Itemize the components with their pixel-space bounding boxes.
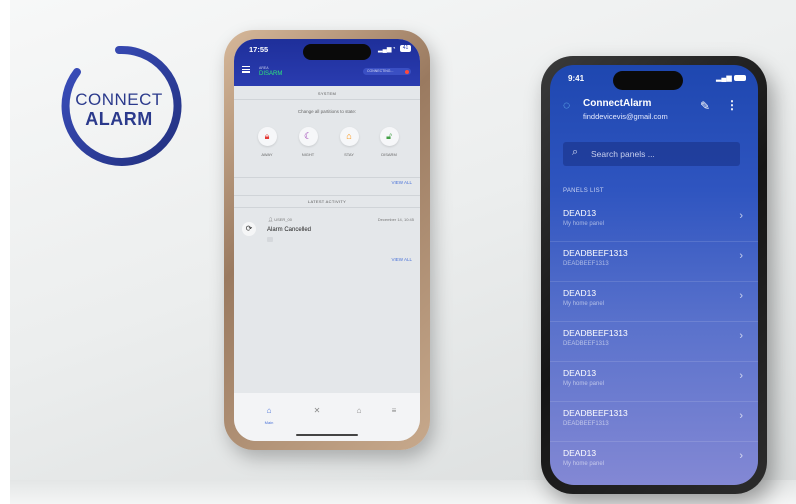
panel-row[interactable]: DEAD13 My home panel › xyxy=(550,361,758,402)
activity-date: December 14, 10:45 xyxy=(377,217,414,222)
disarm-label: DISARM xyxy=(381,152,397,157)
hamburger-menu-icon[interactable] xyxy=(242,66,250,73)
search-panels-field[interactable]: ⌕ Search panels ... xyxy=(563,142,740,166)
house-nav-icon[interactable]: ⌂ xyxy=(349,406,369,415)
activity-chip xyxy=(267,237,273,242)
bottom-nav: ⌂ Main ✕ ⌂ ≡ xyxy=(234,393,420,441)
dynamic-island xyxy=(303,44,371,60)
app-logo-icon: ◌ xyxy=(563,98,571,112)
disarm-button[interactable]: 🔓︎ DISARM xyxy=(374,127,404,157)
unlock-icon: 🔓︎ xyxy=(379,127,399,146)
divider xyxy=(234,207,420,208)
battery-icon: 41 xyxy=(400,45,411,52)
chevron-right-icon: › xyxy=(739,370,743,382)
divider xyxy=(234,99,420,100)
logo-line-1: CONNECT xyxy=(75,90,163,109)
home-indicator xyxy=(296,434,358,436)
panel-name: DEADBEEF1313 xyxy=(563,408,628,418)
panel-desc: DEADBEEF1313 xyxy=(563,341,609,347)
panel-name: DEAD13 xyxy=(563,448,597,458)
arm-night-label: NIGHT xyxy=(301,152,315,157)
panel-row[interactable]: DEAD13 My home panel › xyxy=(550,281,758,322)
house-icon: ⌂ xyxy=(339,127,359,146)
status-time: 9:41 xyxy=(568,74,585,83)
panel-desc: DEADBEEF1313 xyxy=(563,421,609,427)
arm-away-button[interactable]: 🔒︎ AWAY xyxy=(252,127,282,157)
panel-desc: My home panel xyxy=(563,461,605,467)
panel-name: DEADBEEF1313 xyxy=(563,248,628,258)
panel-name: DEAD13 xyxy=(563,368,597,378)
panels-list-header: PANELS LIST xyxy=(563,188,604,194)
panel-name: DEAD13 xyxy=(563,288,597,298)
edit-icon[interactable]: ✎ xyxy=(700,99,710,113)
area-label: AREA xyxy=(259,66,269,70)
divider xyxy=(234,195,420,196)
list-icon[interactable]: ≡ xyxy=(384,406,404,415)
panel-row[interactable]: DEADBEEF1313 DEADBEEF1313 › xyxy=(550,321,758,362)
divider xyxy=(234,177,420,178)
change-state-text: Change all partitions to state: xyxy=(297,109,357,114)
panel-desc: DEADBEEF1313 xyxy=(563,261,609,267)
dynamic-island xyxy=(613,71,683,90)
panel-desc: My home panel xyxy=(563,381,605,387)
status-dot-icon xyxy=(405,69,409,74)
status-time: 17:55 xyxy=(249,45,269,54)
panel-row[interactable]: DEADBEEF1313 DEADBEEF1313 › xyxy=(550,401,758,442)
search-icon: ⌕ xyxy=(572,146,579,158)
activity-user: 👤︎ USER_00 xyxy=(268,217,292,222)
panel-desc: My home panel xyxy=(563,221,605,227)
chevron-right-icon: › xyxy=(739,210,743,222)
moon-icon: ☾ xyxy=(298,127,318,146)
chevron-right-icon: › xyxy=(739,450,743,462)
phone-right: 9:41 ▂▄▆ ◌ ConnectAlarm finddevicevis@gm… xyxy=(541,56,767,494)
chevron-right-icon: › xyxy=(739,410,743,422)
main-nav-label[interactable]: Main xyxy=(259,420,279,425)
view-all-link[interactable]: VIEW ALL xyxy=(391,180,412,185)
connection-status-badge: CONNECTING... xyxy=(363,68,411,75)
tools-icon[interactable]: ✕ xyxy=(307,406,327,415)
chevron-right-icon: › xyxy=(739,290,743,302)
phone-left-screen: 17:55 ▂▄▆ ◔ 41 AREA DISARM CONNECTING...… xyxy=(234,39,420,441)
panel-row[interactable]: DEADBEEF1313 DEADBEEF1313 › xyxy=(550,241,758,282)
arm-away-label: AWAY xyxy=(261,152,273,157)
latest-activity-header: LATEST ACTIVITY xyxy=(307,199,347,204)
lock-icon: 🔒︎ xyxy=(257,127,277,146)
activity-user-text: USER_00 xyxy=(274,217,292,222)
app-title: ConnectAlarm xyxy=(583,98,652,109)
logo-line-2: ALARM xyxy=(85,109,153,129)
system-header: SYSTEM xyxy=(317,91,337,96)
panel-desc: My home panel xyxy=(563,301,605,307)
connection-text: CONNECTING... xyxy=(367,69,394,73)
home-nav-icon[interactable]: ⌂ xyxy=(259,406,279,415)
panel-name: DEAD13 xyxy=(563,208,597,218)
chevron-right-icon: › xyxy=(739,250,743,262)
activity-title: Alarm Cancelled xyxy=(267,227,312,233)
area-state: DISARM xyxy=(259,71,283,77)
connect-alarm-logo: CONNECT ALARM xyxy=(55,42,183,170)
battery-icon xyxy=(734,75,746,81)
arm-stay-label: STAY xyxy=(344,152,354,157)
chevron-right-icon: › xyxy=(739,330,743,342)
signal-icon: ▂▄▆ xyxy=(716,75,732,82)
panel-name: DEADBEEF1313 xyxy=(563,328,628,338)
panel-row[interactable]: DEAD13 My home panel › xyxy=(550,441,758,481)
background-stage: CONNECT ALARM 17:55 ▂▄▆ ◔ 41 AREA DISARM… xyxy=(10,0,796,504)
wifi-icon: ◔ xyxy=(392,46,396,52)
phone-right-screen: 9:41 ▂▄▆ ◌ ConnectAlarm finddevicevis@gm… xyxy=(550,65,758,485)
search-placeholder: Search panels ... xyxy=(591,149,655,159)
panel-row[interactable]: DEAD13 My home panel › xyxy=(550,201,758,242)
more-vert-icon[interactable]: ⋮ xyxy=(726,98,738,112)
signal-icon: ▂▄▆ xyxy=(378,47,392,53)
arm-stay-button[interactable]: ⌂ STAY xyxy=(334,127,364,157)
account-email: finddevicevis@gmail.com xyxy=(583,112,668,121)
arm-night-button[interactable]: ☾ NIGHT xyxy=(293,127,323,157)
view-all-activity-link[interactable]: VIEW ALL xyxy=(391,257,412,262)
phone-left: 17:55 ▂▄▆ ◔ 41 AREA DISARM CONNECTING...… xyxy=(224,30,430,450)
sync-icon: ⟳ xyxy=(242,222,256,236)
